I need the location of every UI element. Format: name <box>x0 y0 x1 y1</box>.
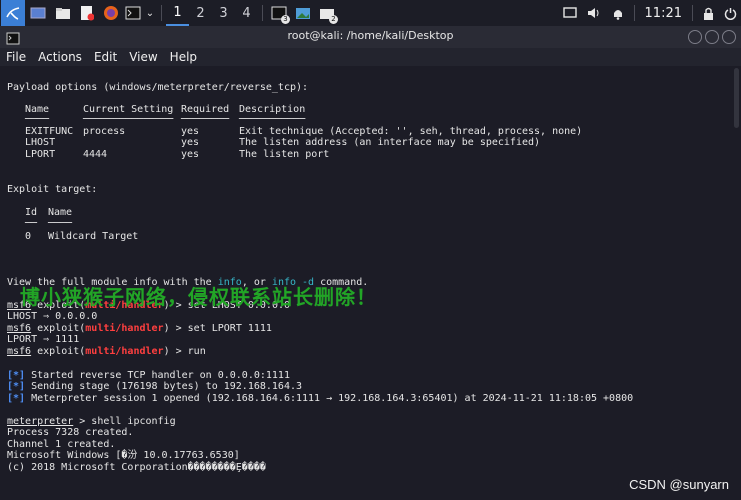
target-name: Wildcard Target <box>48 231 139 242</box>
col-description-underline: ─────────── <box>239 114 306 125</box>
workspace-2[interactable]: 2 <box>189 0 212 26</box>
terminal-launcher-icon[interactable] <box>123 0 143 26</box>
window-titlebar[interactable]: root@kali: /home/kali/Desktop <box>0 26 741 48</box>
status-line: [*] Started reverse TCP handler on 0.0.0… <box>7 370 290 381</box>
workspace-3[interactable]: 3 <box>212 0 235 26</box>
volume-icon[interactable] <box>582 0 606 26</box>
terminal-output[interactable]: Payload options (windows/meterpreter/rev… <box>0 66 741 500</box>
taskbar: ⌄ 1 2 3 4 3 2 11:21 <box>0 0 741 26</box>
image-viewer-icon[interactable] <box>291 0 315 26</box>
chevron-down-icon[interactable]: ⌄ <box>143 0 157 26</box>
menu-bar: File Actions Edit View Help <box>0 48 741 66</box>
terminal-scrollbar[interactable] <box>734 68 739 128</box>
option-setting: 4444 <box>83 149 108 160</box>
output-line: Channel 1 created. <box>7 439 116 450</box>
menu-actions[interactable]: Actions <box>32 50 88 64</box>
csdn-credit: CSDN @sunyarn <box>629 477 729 492</box>
display-icon[interactable] <box>558 0 582 26</box>
option-name: LPORT <box>25 149 56 160</box>
option-description: The listen port <box>239 149 330 160</box>
text-editor-icon[interactable] <box>75 0 99 26</box>
clock[interactable]: 11:21 <box>645 0 682 26</box>
minimize-button[interactable] <box>688 30 702 44</box>
output-line: Process 7328 created. <box>7 427 134 438</box>
desktop-icon[interactable] <box>25 0 51 26</box>
output-line: (c) 2018 Microsoft Corporation��������Ȩ�… <box>7 462 266 473</box>
status-line: [*] Sending stage (176198 bytes) to 192.… <box>7 381 303 392</box>
col-name-underline: ──── <box>25 114 50 125</box>
watermark-text: 博小狭猴子网络，侵权联系站长删除！ <box>20 285 377 309</box>
command-text: set LPORT 1111 <box>187 323 272 334</box>
taskbar-divider <box>262 5 263 21</box>
menu-edit[interactable]: Edit <box>88 50 123 64</box>
power-icon[interactable] <box>719 0 741 26</box>
exploit-target-header: Exploit target: <box>7 184 98 195</box>
workspace-1[interactable]: 1 <box>166 0 189 26</box>
command-text: run <box>187 346 206 357</box>
files-icon[interactable] <box>51 0 75 26</box>
menu-file[interactable]: File <box>0 50 32 64</box>
kali-menu-icon[interactable] <box>1 0 25 26</box>
firefox-icon[interactable] <box>99 0 123 26</box>
task-count-badge: 2 <box>329 15 338 24</box>
target-col-name: Name <box>48 207 73 218</box>
col-setting-underline: ─────────────── <box>83 114 174 125</box>
option-name: LHOST <box>25 137 56 148</box>
tray-divider <box>692 5 693 21</box>
col-required-underline: ──────── <box>181 114 230 125</box>
option-name: EXITFUNC <box>25 126 74 137</box>
output-line: Microsoft Windows [�汾 10.0.17763.6530] <box>7 450 240 461</box>
option-required: yes <box>181 137 200 148</box>
option-description: Exit technique (Accepted: '', seh, threa… <box>239 126 583 137</box>
target-col-id: Id <box>25 207 38 218</box>
target-id: 0 <box>25 231 32 242</box>
task-count-badge: 3 <box>281 15 290 24</box>
option-required: yes <box>181 126 200 137</box>
taskbar-divider <box>161 5 162 21</box>
lport-result: LPORT ⇒ 1111 <box>7 334 80 345</box>
workspace-4[interactable]: 4 <box>235 0 258 26</box>
files-task-button[interactable]: 2 <box>315 0 339 26</box>
option-setting: process <box>83 126 126 137</box>
lhost-result: LHOST ⇒ 0.0.0.0 <box>7 311 98 322</box>
tray-divider <box>633 5 635 21</box>
prompt-line: msf6 exploit(multi/handler) > run <box>7 346 206 357</box>
terminal-task-button[interactable]: 3 <box>267 0 291 26</box>
lock-icon[interactable] <box>697 0 719 26</box>
target-col-id-underline: ── <box>25 218 38 229</box>
prompt-line: msf6 exploit(multi/handler) > set LPORT … <box>7 323 272 334</box>
system-tray: 11:21 <box>558 0 741 26</box>
meterpreter-prompt: meterpreter > shell ipconfig <box>7 416 176 427</box>
menu-view[interactable]: View <box>123 50 163 64</box>
target-col-name-underline: ──── <box>48 218 73 229</box>
option-required: yes <box>181 149 200 160</box>
maximize-button[interactable] <box>705 30 719 44</box>
window-title: root@kali: /home/kali/Desktop <box>287 29 454 42</box>
payload-options-header: Payload options (windows/meterpreter/rev… <box>7 82 309 93</box>
menu-help[interactable]: Help <box>164 50 203 64</box>
status-line: [*] Meterpreter session 1 opened (192.16… <box>7 393 634 404</box>
option-description: The listen address (an interface may be … <box>239 137 541 148</box>
notification-bell-icon[interactable] <box>606 0 630 26</box>
close-button[interactable] <box>722 30 736 44</box>
